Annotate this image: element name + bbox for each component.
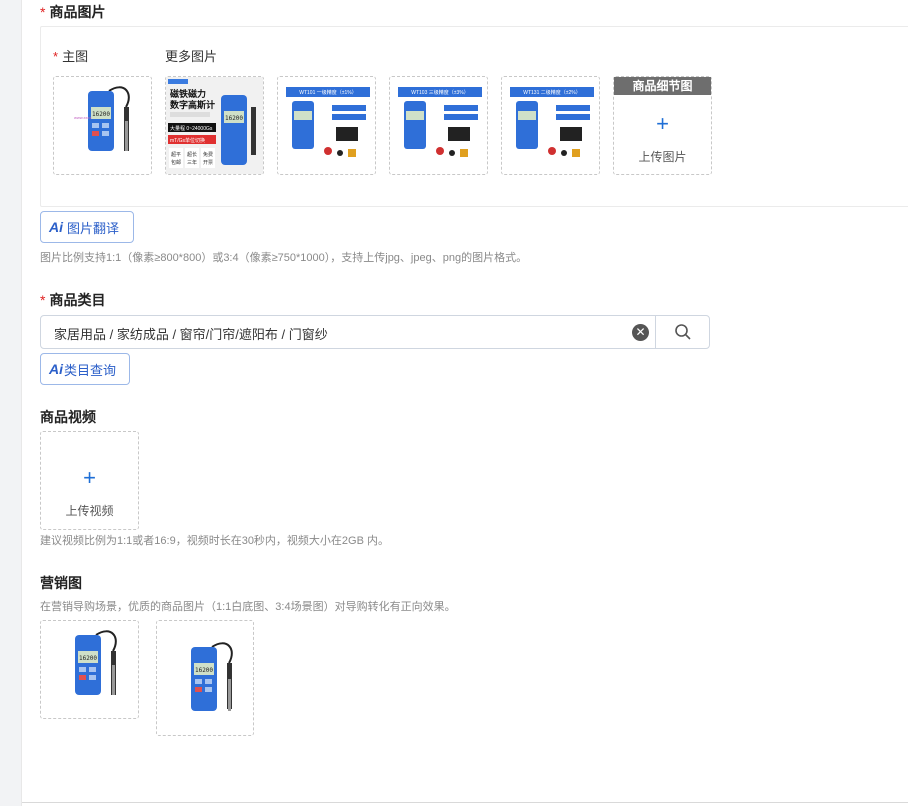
category-select[interactable]: 家居用品 / 家纺成品 / 窗帘/门帘/遮阳布 / 门窗纱 ✕ [40,315,710,349]
svg-text:16200: 16200 [195,667,213,674]
ai-icon: Ai [49,361,63,377]
ai-icon: Ai [49,219,63,235]
category-search-button[interactable] [655,316,709,348]
product-spec-icon: WT101 一级精度（±1%） [286,87,370,157]
svg-text:磁铁磁力: 磁铁磁力 [170,88,206,99]
left-gutter [0,0,22,806]
plus-icon: + [656,111,669,136]
upload-video-button[interactable]: + 上传视频 [40,431,139,530]
category-title: * 商品类目 [40,292,106,308]
marketing-hint: 在营销导购场景，优质的商品图片（1:1白底图、3:4场景图）对导购转化有正向效果… [40,601,456,613]
marketing-title: 营销图 [40,575,82,591]
plus-icon: + [83,465,96,490]
svg-text:超平: 超平 [171,151,181,158]
svg-text:数字高斯计: 数字高斯计 [170,99,215,110]
svg-text:超长: 超长 [187,151,197,158]
svg-text:免费: 免费 [203,151,213,158]
svg-text:16200: 16200 [225,115,243,122]
upload-detail-image-button[interactable]: 商品细节图 + 上传图片 [613,76,712,175]
svg-text:16200: 16200 [92,111,110,118]
product-photo-icon: 16200 www.xxxx [74,86,130,151]
product-spec-icon: WT131 二级精度（±2%） [510,87,594,157]
svg-text:mT/Gs单位切换: mT/Gs单位切换 [170,137,205,144]
main-image-thumb[interactable]: 16200 www.xxxx [53,76,152,175]
bottom-divider [22,802,908,803]
image-translate-button[interactable]: Ai 图片翻译 [40,211,134,243]
product-photo-icon: 16200 [191,642,233,711]
product-photo-icon: 16200 [75,630,117,695]
video-title: 商品视频 [40,409,96,425]
svg-text:www.xxxx: www.xxxx [74,115,92,120]
required-mark: * [40,4,46,20]
svg-text:包邮: 包邮 [171,159,181,166]
more-image-thumb-4[interactable]: WT131 二级精度（±2%） [501,76,600,175]
marketing-image-portrait[interactable]: 16200 [156,620,254,736]
more-images-label: 更多图片 [165,49,218,64]
more-image-thumb-1[interactable]: 磁铁磁力 数字高斯计 大量程 0~24000Gs mT/Gs单位切换 超平 超长… [165,76,264,175]
marketing-image-square[interactable]: 16200 [40,620,139,719]
detail-image-banner: 商品细节图 [614,77,711,95]
main-image-label: * 主图 [53,49,89,64]
svg-text:16200: 16200 [79,655,97,662]
svg-text:WT131 二级精度（±2%）: WT131 二级精度（±2%） [523,89,580,96]
product-poster-icon: 磁铁磁力 数字高斯计 大量程 0~24000Gs mT/Gs单位切换 超平 超长… [166,77,263,174]
image-translate-label: 图片翻译 [67,220,120,236]
svg-text:三年: 三年 [187,159,197,166]
svg-text:WT101 一级精度（±1%）: WT101 一级精度（±1%） [299,89,356,96]
clear-icon[interactable]: ✕ [632,324,649,341]
image-format-hint: 图片比例支持1:1（像素≥800*800）或3:4（像素≥750*1000），支… [40,252,528,264]
more-image-thumb-2[interactable]: WT101 一级精度（±1%） [277,76,376,175]
svg-text:开票: 开票 [203,160,213,166]
product-images-title: * 商品图片 [40,4,106,20]
svg-text:大量程 0~24000Gs: 大量程 0~24000Gs [170,125,213,132]
more-image-thumb-3[interactable]: WT103 三级精度（±3%） [389,76,488,175]
upload-video-label: 上传视频 [65,504,114,518]
category-query-button[interactable]: Ai 类目查询 [40,353,130,385]
video-hint: 建议视频比例为1:1或者16:9，视频时长在30秒内，视频大小在2GB 内。 [40,535,390,547]
upload-image-label: 上传图片 [638,150,687,164]
category-query-label: 类目查询 [64,362,117,378]
svg-text:WT103 三级精度（±3%）: WT103 三级精度（±3%） [411,89,468,96]
search-icon [674,324,691,340]
product-spec-icon: WT103 三级精度（±3%） [398,87,482,157]
category-value: 家居用品 / 家纺成品 / 窗帘/门帘/遮阳布 / 门窗纱 [54,327,328,342]
